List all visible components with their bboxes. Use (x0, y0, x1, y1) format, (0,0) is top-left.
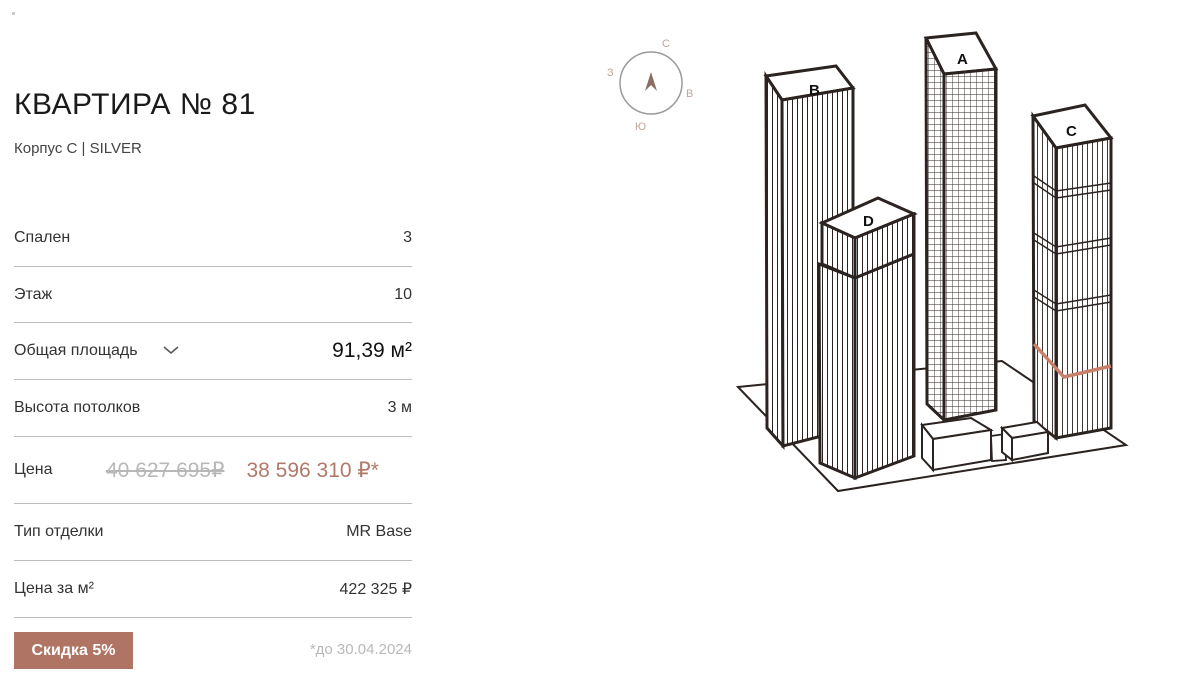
spec-row-finish: Тип отделки MR Base (14, 504, 412, 561)
area-label: Общая площадь (14, 342, 138, 360)
compass-south: Ю (635, 121, 646, 133)
price-new: 38 596 310 ₽* (246, 458, 379, 482)
compass-north: С (662, 38, 670, 50)
discount-badge[interactable]: Скидка 5% (14, 632, 133, 669)
chevron-down-icon[interactable] (162, 342, 180, 360)
ceiling-label: Высота потолков (14, 399, 141, 416)
compass-arrow-icon (645, 72, 657, 91)
floor-value: 10 (394, 285, 412, 303)
bedrooms-value: 3 (403, 228, 412, 246)
tower-d[interactable]: D (817, 196, 918, 481)
spec-row-price-per-m2: Цена за м² 422 325 ₽ (14, 561, 412, 618)
tower-d-label: D (863, 213, 874, 230)
spec-row-bedrooms: Спален 3 (14, 209, 412, 267)
apartment-title: КВАРТИРА № 81 (14, 88, 256, 121)
bedrooms-label: Спален (14, 228, 71, 246)
price-per-m2-value: 422 325 ₽ (339, 581, 412, 598)
finish-value: MR Base (346, 523, 412, 540)
building-complex-scene: B A C D (735, 31, 1129, 493)
tower-a-label: A (957, 51, 968, 68)
compass-west: З (607, 67, 614, 79)
spec-row-price: Цена 40 627 695₽ 38 596 310 ₽* (14, 437, 412, 504)
finish-label: Тип отделки (14, 523, 104, 540)
spec-row-area: Общая площадь 91,39 м² (14, 323, 412, 380)
floor-label: Этаж (14, 285, 53, 303)
spec-row-floor: Этаж 10 (14, 267, 412, 323)
price-label: Цена (14, 461, 53, 478)
area-value: 91,39 м² (332, 339, 412, 362)
building-subtitle: Корпус C | SILVER (14, 140, 142, 157)
compass-east: В (686, 88, 693, 100)
discount-valid-until: *до 30.04.2024 (309, 641, 412, 658)
price-old: 40 627 695₽ (106, 458, 225, 482)
ceiling-value: 3 м (387, 399, 412, 416)
tower-c[interactable]: C (1030, 103, 1114, 442)
compass: С В Ю З (607, 38, 693, 133)
spec-row-ceiling: Высота потолков 3 м (14, 380, 412, 437)
area-toggle[interactable]: Общая площадь (14, 342, 180, 360)
tower-a[interactable]: A (923, 31, 999, 424)
price-per-m2-label: Цена за м² (14, 580, 94, 597)
tower-c-label: C (1066, 123, 1077, 140)
apartment-info-panel: КВАРТИРА № 81 Корпус C | SILVER Спален 3… (14, 0, 412, 680)
tower-b-label: B (809, 82, 820, 99)
